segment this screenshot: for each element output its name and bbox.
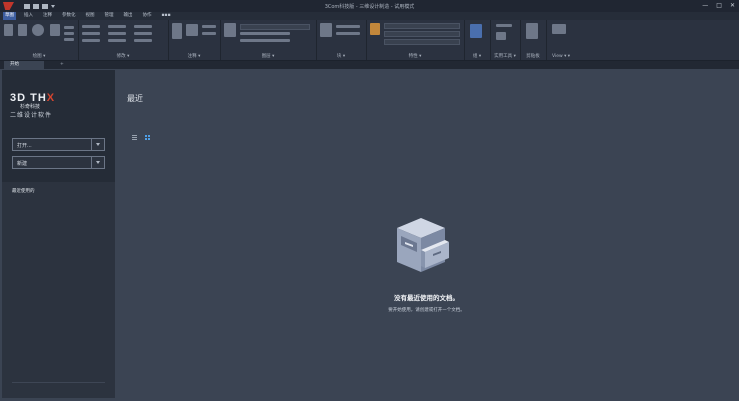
ribbon: 绘图 ▾ 修改 ▾ 注释 ▾ 图层 ▾ 块 ▾ 特性 ▾ 组 ▾ 实用工具 ▾ … [0, 20, 739, 61]
start-main: 最近 没有最近使用的文档。 要开始使用，请创建或打开一个文档。 [116, 70, 737, 398]
group-icon[interactable] [470, 24, 482, 38]
menu-output[interactable]: 输出 [122, 12, 135, 20]
leader-icon[interactable] [202, 25, 216, 28]
circle-icon[interactable] [32, 24, 44, 36]
edit-block-icon[interactable] [336, 32, 360, 35]
ribbon-group-label: 剪贴板 [526, 54, 540, 59]
menu-manage[interactable]: 管理 [103, 12, 116, 20]
new-tab-button[interactable]: + [60, 61, 64, 69]
ribbon-group-label: View ▾ ▾ [551, 54, 571, 59]
table-icon[interactable] [202, 32, 216, 35]
ellipse-icon[interactable] [64, 32, 74, 35]
close-button[interactable]: ✕ [730, 2, 735, 9]
ribbon-group-label: 实用工具 ▾ [494, 54, 516, 59]
title-bar: 3Com科技版 - 三维设计制造 - 试用模式 — □ ✕ [0, 0, 739, 12]
brand-company: 杉奇科技 [20, 104, 41, 110]
mirror-icon[interactable] [108, 32, 126, 35]
dimension-icon[interactable] [186, 24, 198, 36]
ribbon-group-groups: 组 ▾ [464, 20, 491, 60]
empty-state-subtitle: 要开始使用，请创建或打开一个文档。 [388, 308, 465, 313]
tab-start[interactable]: 开始 [4, 61, 44, 69]
match-properties-icon[interactable] [370, 23, 380, 35]
brand-product: 二维设计软件 [10, 112, 53, 119]
array-icon[interactable] [134, 39, 152, 42]
ribbon-group-block: 块 ▾ [316, 20, 367, 60]
open-label: 打开... [17, 143, 32, 149]
menu-annotate[interactable]: 注释 [41, 12, 54, 20]
file-cabinet-icon [397, 218, 449, 272]
copy-icon[interactable] [82, 32, 100, 35]
fillet-icon[interactable] [134, 32, 152, 35]
rectangle-icon[interactable] [64, 26, 74, 29]
ribbon-group-view: View ▾ ▾ [546, 20, 576, 60]
arc-icon[interactable] [50, 24, 60, 36]
menu-view[interactable]: 视图 [84, 12, 97, 20]
ribbon-group-modify: 修改 ▾ [78, 20, 169, 60]
layer-tools-icon[interactable] [240, 32, 290, 35]
ribbon-group-annotate: 注释 ▾ [168, 20, 221, 60]
calculator-icon[interactable] [496, 32, 506, 40]
ribbon-group-clipboard: 剪贴板 [520, 20, 547, 60]
chevron-down-icon[interactable] [91, 157, 104, 168]
menu-parametric[interactable]: 参数化 [60, 12, 78, 20]
empty-state-title: 没有最近使用的文档。 [394, 294, 459, 302]
layer-properties-icon[interactable] [224, 23, 236, 37]
hatch-icon[interactable] [64, 38, 74, 41]
ribbon-group-label: 组 ▾ [472, 54, 482, 59]
menu-insert[interactable]: 插入 [22, 12, 35, 20]
lineweight-select[interactable] [384, 39, 460, 45]
trim-icon[interactable] [134, 25, 152, 28]
ribbon-group-properties: 特性 ▾ [366, 20, 465, 60]
stretch-icon[interactable] [82, 39, 100, 42]
document-tabs: 开始 + [0, 61, 739, 69]
maximize-button[interactable]: □ [716, 2, 722, 9]
menu-more[interactable]: ▪▪▪ [160, 12, 173, 20]
create-block-icon[interactable] [336, 25, 360, 28]
linetype-select[interactable] [384, 31, 460, 37]
new-label: 新建 [17, 161, 28, 167]
insert-block-icon[interactable] [320, 23, 332, 37]
layer-state-icon[interactable] [240, 39, 290, 42]
layer-select[interactable] [240, 24, 310, 30]
text-icon[interactable] [172, 23, 182, 39]
start-sidebar: 3D THX 杉奇科技 二维设计软件 打开... 新建 最近使用的 [2, 70, 115, 398]
ribbon-group-label: 块 ▾ [336, 54, 346, 59]
page-title: 最近 [127, 94, 143, 103]
brand-x-mark: X [46, 92, 56, 104]
ribbon-group-utilities: 实用工具 ▾ [490, 20, 521, 60]
ribbon-group-label: 注释 ▾ [187, 54, 201, 59]
ribbon-group-label: 修改 ▾ [116, 54, 130, 59]
rotate-icon[interactable] [108, 25, 126, 28]
ribbon-group-label: 特性 ▾ [408, 54, 422, 59]
minimize-button[interactable]: — [702, 2, 708, 9]
paste-icon[interactable] [526, 23, 538, 39]
brand-logo: 3D THX 杉奇科技 二维设计软件 [10, 92, 55, 119]
move-icon[interactable] [82, 25, 100, 28]
menu-collaborate[interactable]: 协作 [141, 12, 154, 20]
open-dropdown[interactable]: 打开... [12, 138, 105, 151]
divider [12, 382, 105, 383]
line-icon[interactable] [4, 24, 13, 36]
sidebar-item-recent[interactable]: 最近使用的 [12, 188, 35, 194]
ribbon-group-label: 图层 ▾ [261, 54, 275, 59]
ribbon-group-draw: 绘图 ▾ [0, 20, 79, 60]
menu-bar: 草图 插入 注释 参数化 视图 管理 输出 协作 ▪▪▪ [0, 12, 739, 20]
window-title: 3Com科技版 - 三维设计制造 - 试用模式 [324, 3, 415, 10]
view-icon[interactable] [552, 24, 566, 34]
color-select[interactable] [384, 23, 460, 29]
measure-icon[interactable] [496, 24, 512, 27]
ribbon-group-label: 绘图 ▾ [32, 54, 46, 59]
scale-icon[interactable] [108, 39, 126, 42]
grid-view-icon[interactable] [145, 135, 151, 141]
polyline-icon[interactable] [18, 24, 27, 36]
menu-sketch[interactable]: 草图 [3, 12, 16, 20]
list-view-icon[interactable] [132, 135, 137, 140]
new-dropdown[interactable]: 新建 [12, 156, 105, 169]
ribbon-group-layers: 图层 ▾ [220, 20, 317, 60]
chevron-down-icon[interactable] [91, 139, 104, 150]
